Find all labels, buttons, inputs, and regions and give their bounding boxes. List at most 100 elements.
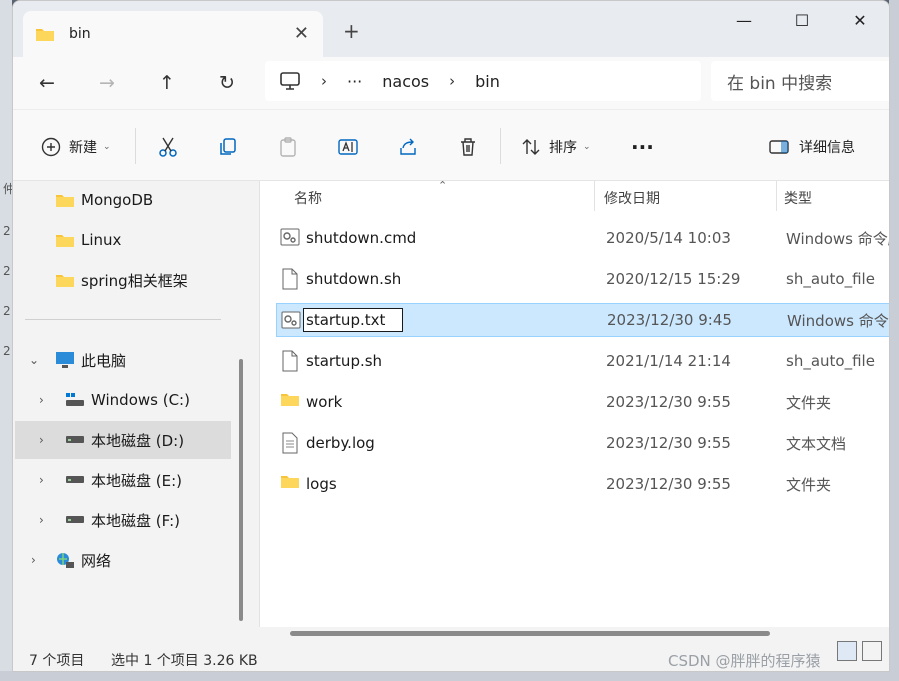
file-name: work <box>306 393 343 411</box>
toolbar-divider <box>500 128 501 164</box>
breadcrumb-nacos[interactable]: nacos <box>382 72 429 91</box>
chevron-right-icon[interactable]: › <box>39 433 44 447</box>
sidebar-item-spring[interactable]: spring相关框架 <box>13 261 229 299</box>
copy-icon <box>216 135 240 159</box>
column-divider[interactable] <box>594 181 595 211</box>
navigation-pane: MongoDB Linux spring相关框架 ⌄ 此电脑 › Windows… <box>13 181 259 627</box>
file-row[interactable]: derby.log 2023/12/30 9:55 文本文档 <box>276 426 889 460</box>
file-row[interactable]: logs 2023/12/30 9:55 文件夹 <box>276 467 889 501</box>
file-name: shutdown.sh <box>306 270 402 288</box>
file-date: 2023/12/30 9:55 <box>606 434 731 452</box>
sidebar-item-mongodb[interactable]: MongoDB <box>13 181 229 219</box>
sidebar-item-label: Linux <box>81 231 122 249</box>
file-row[interactable]: shutdown.sh 2020/12/15 15:29 sh_auto_fil… <box>276 262 889 296</box>
new-tab-button[interactable]: + <box>343 19 360 43</box>
background-right-strip <box>889 0 899 681</box>
search-input[interactable]: 在 bin 中搜索 <box>727 69 832 94</box>
close-window-button[interactable]: ✕ <box>831 1 889 39</box>
rename-button[interactable] <box>336 134 360 160</box>
chevron-right-icon[interactable]: › <box>39 393 44 407</box>
sidebar-scrollbar[interactable] <box>239 359 243 621</box>
title-bar: bin ✕ + — ☐ ✕ <box>13 1 889 57</box>
file-explorer-window: bin ✕ + — ☐ ✕ ← → ↑ ↻ › ··· nacos › bin … <box>12 0 890 672</box>
background-bottom-strip <box>0 671 899 681</box>
file-type: 文件夹 <box>786 475 832 494</box>
file-row[interactable]: work 2023/12/30 9:55 文件夹 <box>276 385 889 419</box>
sort-ascending-icon: ⌃ <box>438 179 448 192</box>
minimize-button[interactable]: — <box>715 1 773 39</box>
folder-icon <box>281 476 299 488</box>
file-icon <box>282 268 298 290</box>
up-button[interactable]: ↑ <box>153 70 181 96</box>
sidebar-item-drive-e[interactable]: › 本地磁盘 (E:) <box>13 461 229 499</box>
column-header-date[interactable]: 修改日期 <box>604 181 660 215</box>
new-button[interactable]: 新建 ⌄ <box>39 134 111 160</box>
drive-icon <box>66 476 84 483</box>
chevron-right-icon[interactable]: › <box>39 473 44 487</box>
file-type: Windows 命令脚本 <box>787 311 889 330</box>
file-row[interactable]: shutdown.cmd 2020/5/14 10:03 Windows 命令脚… <box>276 221 889 255</box>
breadcrumb-bin[interactable]: bin <box>475 72 500 91</box>
folder-icon <box>281 394 299 406</box>
watermark: CSDN @胖胖的程序猿 <box>668 652 821 670</box>
details-label: 详细信息 <box>799 140 855 156</box>
rename-input[interactable]: startup.txt <box>303 308 403 332</box>
refresh-button[interactable]: ↻ <box>213 70 241 96</box>
chevron-down-icon[interactable]: ⌄ <box>29 353 39 367</box>
forward-button[interactable]: → <box>93 70 121 96</box>
sidebar-item-drive-c[interactable]: › Windows (C:) <box>13 381 229 419</box>
close-tab-icon[interactable]: ✕ <box>294 23 309 44</box>
back-button[interactable]: ← <box>33 70 61 96</box>
file-date: 2023/12/30 9:45 <box>607 311 732 329</box>
plus-circle-icon <box>39 135 63 159</box>
breadcrumb-overflow[interactable]: ··· <box>347 72 362 91</box>
paste-button[interactable] <box>276 134 300 160</box>
file-type: Windows 命令脚本 <box>786 229 889 248</box>
address-bar[interactable]: › ··· nacos › bin <box>265 61 701 101</box>
breadcrumb-separator: › <box>321 72 327 90</box>
folder-icon <box>56 235 74 247</box>
column-header-name[interactable]: 名称 <box>294 181 322 215</box>
chevron-right-icon[interactable]: › <box>39 513 44 527</box>
file-row-selected[interactable]: startup.txt 2023/12/30 9:45 Windows 命令脚本 <box>276 303 889 337</box>
sidebar-item-drive-d[interactable]: › 本地磁盘 (D:) <box>15 421 231 459</box>
details-button[interactable]: 详细信息 <box>767 134 855 160</box>
file-name: shutdown.cmd <box>306 229 417 247</box>
tiles-view-button[interactable] <box>862 641 882 661</box>
sidebar-item-label: 此电脑 <box>81 351 127 370</box>
share-button[interactable] <box>396 134 420 160</box>
maximize-button[interactable]: ☐ <box>773 1 831 39</box>
file-name: logs <box>306 475 337 493</box>
more-options-button[interactable]: ··· <box>631 134 654 160</box>
file-name: startup.sh <box>306 352 383 370</box>
window-controls: — ☐ ✕ <box>715 1 889 41</box>
file-date: 2021/1/14 21:14 <box>606 352 731 370</box>
sidebar-item-network[interactable]: › 网络 <box>13 541 229 579</box>
horizontal-scrollbar[interactable] <box>290 631 770 636</box>
rename-icon <box>336 135 360 159</box>
sidebar-item-label: spring相关框架 <box>81 271 188 290</box>
file-row[interactable]: startup.sh 2021/1/14 21:14 sh_auto_file <box>276 344 889 378</box>
cut-button[interactable] <box>156 134 180 160</box>
chevron-right-icon[interactable]: › <box>31 553 36 567</box>
tab-bin[interactable]: bin ✕ <box>23 11 323 57</box>
share-icon <box>396 135 420 159</box>
file-list: ⌃ 名称 修改日期 类型 shutdown.cmd 2020/5/14 10:0… <box>259 179 889 636</box>
delete-button[interactable] <box>456 134 480 160</box>
column-header-type[interactable]: 类型 <box>784 181 812 215</box>
copy-button[interactable] <box>216 134 240 160</box>
search-box[interactable]: 在 bin 中搜索 <box>711 61 889 101</box>
command-bar: 新建 ⌄ 排序 ⌄ ··· 详细信息 <box>13 109 889 181</box>
new-label: 新建 <box>69 140 97 156</box>
sidebar-item-linux[interactable]: Linux <box>13 221 229 259</box>
column-divider[interactable] <box>776 181 777 211</box>
sort-button[interactable]: 排序 ⌄ <box>519 134 591 160</box>
folder-icon <box>56 275 74 287</box>
sidebar-divider <box>25 319 221 320</box>
sidebar-item-label: MongoDB <box>81 191 154 209</box>
sidebar-item-drive-f[interactable]: › 本地磁盘 (F:) <box>13 501 229 539</box>
file-type: sh_auto_file <box>786 270 875 288</box>
computer-icon <box>56 352 74 368</box>
details-view-button[interactable] <box>837 641 857 661</box>
sidebar-item-this-pc[interactable]: ⌄ 此电脑 <box>13 341 229 379</box>
